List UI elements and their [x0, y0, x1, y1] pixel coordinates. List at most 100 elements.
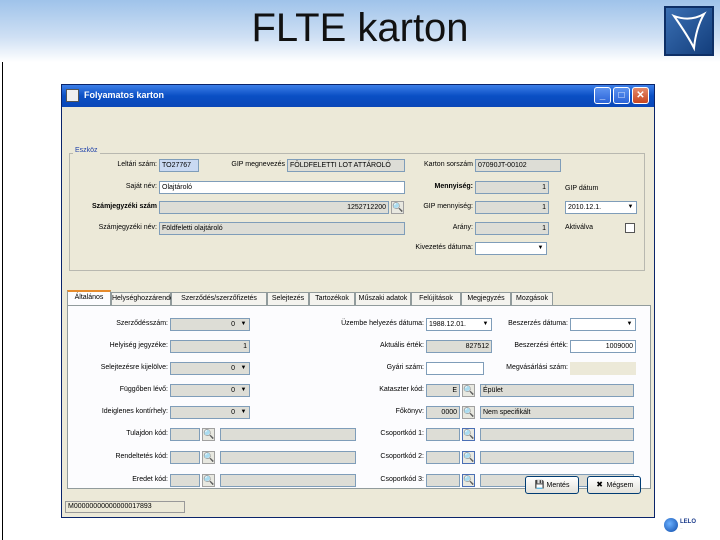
kataszter-name-field[interactable]: Épület	[480, 384, 634, 397]
app-window: Folyamatos karton _ □ ✕ Eszköz Leltári s…	[61, 84, 655, 518]
gyari-field[interactable]	[426, 362, 484, 375]
ideiglenes-value: 0	[231, 409, 235, 416]
tulajdon-code-field[interactable]	[170, 428, 200, 441]
cancel-button[interactable]: ✖ Mégsem	[587, 476, 641, 494]
kivezetes-select[interactable]: ▼	[475, 242, 547, 255]
fokonyv-code-field[interactable]: 0000	[426, 406, 460, 419]
aktualis-field[interactable]: 827512	[426, 340, 492, 353]
aktivalva-checkbox[interactable]	[625, 223, 635, 233]
csop2-code-field[interactable]	[426, 451, 460, 464]
status-record-id: M00000000000000017893	[65, 501, 185, 513]
chevron-down-icon: ▼	[482, 321, 489, 327]
chevron-down-icon: ▼	[626, 321, 633, 327]
aktualis-label: Aktuális érték:	[380, 342, 424, 349]
tulajdon-lookup-icon[interactable]: 🔍	[202, 428, 215, 441]
fuggoben-label: Függőben lévő:	[119, 386, 168, 393]
csop1-code-field[interactable]	[426, 428, 460, 441]
rendeltetes-code-field[interactable]	[170, 451, 200, 464]
tab-szerzodes[interactable]: Szerződés/szerzőfizetés	[171, 292, 267, 306]
tab-megjegyzes[interactable]: Megjegyzés	[461, 292, 511, 306]
tab-tartozekok[interactable]: Tartozékok	[309, 292, 355, 306]
tab-strip: Általános Helységhozzárendelés Szerződés…	[67, 290, 651, 306]
status-bar: M00000000000000017893	[65, 501, 651, 513]
uzembe-select[interactable]: 1988.12.01. ▼	[426, 318, 492, 331]
karton-label: Karton sorszám	[423, 161, 473, 168]
szamlegyzek-field[interactable]: 1252712200	[159, 201, 389, 214]
szerzodes-label: Szerződésszám:	[116, 320, 168, 327]
footer-logo: LELO ...	[664, 516, 714, 534]
csop3-lookup-icon[interactable]: 🔍	[462, 474, 475, 487]
csop2-name-field[interactable]	[480, 451, 634, 464]
cancel-label: Mégsem	[606, 482, 634, 489]
szamlegyzek-nev-label: Számjegyzéki név:	[98, 224, 157, 231]
gip-field[interactable]: FÖLDFELETTI LOT ATTÁROLÓ	[287, 159, 405, 172]
fokonyv-lookup-icon[interactable]: 🔍	[462, 406, 475, 419]
helyiseg-label: Helyiség jegyzéke:	[109, 342, 168, 349]
beszerzes-datum-label: Beszerzés dátuma:	[508, 320, 568, 327]
csop1-name-field[interactable]	[480, 428, 634, 441]
tab-muszaki[interactable]: Műszaki adatok	[355, 292, 411, 306]
szamlegyzek-label: Számjegyzéki szám	[92, 203, 157, 210]
karton-field[interactable]: 07090JT-00102	[475, 159, 561, 172]
mennyiseg-field[interactable]: 1	[475, 181, 549, 194]
csop2-lookup-icon[interactable]: 🔍	[462, 451, 475, 464]
kataszter-label: Kataszter kód:	[379, 386, 424, 393]
fokonyv-label: Főkönyv:	[395, 408, 424, 415]
leltari-szam-field[interactable]: TO27767	[159, 159, 199, 172]
maximize-button[interactable]: □	[613, 87, 630, 104]
tab-felujitasok[interactable]: Felújítások	[411, 292, 461, 306]
csop3-code-field[interactable]	[426, 474, 460, 487]
close-button[interactable]: ✕	[632, 87, 649, 104]
fuggoben-select[interactable]: 0 ▼	[170, 384, 250, 397]
ideiglenes-select[interactable]: 0 ▼	[170, 406, 250, 419]
megvasarlas-label: Megvásárlási szám:	[506, 364, 568, 371]
sajat-nev-field[interactable]: Olajtároló	[159, 181, 405, 194]
gip-mennyiseg-field[interactable]: 1	[475, 201, 549, 214]
slide-logo	[664, 6, 714, 56]
selejtezes-select[interactable]: 0 ▼	[170, 362, 250, 375]
tab-mozgasok[interactable]: Mozgások	[511, 292, 553, 306]
kataszter-lookup-icon[interactable]: 🔍	[462, 384, 475, 397]
tab-selejtezes[interactable]: Selejtezés	[267, 292, 309, 306]
beszerzes-datum-select[interactable]: ▼	[570, 318, 636, 331]
kivezetes-label: Kivezetés dátuma:	[415, 244, 473, 251]
arany-label: Arány:	[452, 224, 473, 231]
tab-helyseg[interactable]: Helységhozzárendelés	[111, 292, 183, 306]
eredet-label: Eredet kód:	[132, 476, 168, 483]
helyiseg-field[interactable]: 1	[170, 340, 250, 353]
megvasarlas-field[interactable]	[570, 362, 636, 375]
rendeltetes-lookup-icon[interactable]: 🔍	[202, 451, 215, 464]
csop3-label: Csoportkód 3:	[380, 476, 424, 483]
chevron-down-icon: ▼	[240, 321, 247, 327]
save-label: Mentés	[546, 482, 570, 489]
globe-icon	[664, 518, 678, 532]
beszerzes-ertek-label: Beszerzési érték:	[514, 342, 568, 349]
fokonyv-name-field[interactable]: Nem specifikált	[480, 406, 634, 419]
kataszter-code-field[interactable]: E	[426, 384, 460, 397]
selejtezes-label: Selejtezésre kijelölve:	[100, 364, 168, 371]
leltari-szam-label: Leltári szám:	[117, 161, 157, 168]
gip-mennyiseg-label: GIP mennyiség:	[423, 203, 473, 210]
eredet-lookup-icon[interactable]: 🔍	[202, 474, 215, 487]
gip-datum-label: GIP dátum	[565, 185, 599, 192]
sajat-nev-label: Saját név:	[125, 183, 157, 190]
minimize-button[interactable]: _	[594, 87, 611, 104]
window-titlebar[interactable]: Folyamatos karton _ □ ✕	[62, 85, 654, 107]
csop2-label: Csoportkód 2:	[380, 453, 424, 460]
slide-title: FLTE karton	[251, 6, 469, 50]
arany-field[interactable]: 1	[475, 222, 549, 235]
szamlegyzek-lookup-icon[interactable]: 🔍	[391, 201, 404, 214]
beszerzes-ertek-field[interactable]: 1009000	[570, 340, 636, 353]
floppy-icon: 💾	[534, 480, 545, 489]
szamlegyzek-nev-field[interactable]: Földfeletti olajtároló	[159, 222, 405, 235]
eredet-code-field[interactable]	[170, 474, 200, 487]
uzembe-label: Üzembe helyezés dátuma:	[341, 320, 424, 327]
save-button[interactable]: 💾 Mentés	[525, 476, 579, 494]
tab-altalanos[interactable]: Általános	[67, 290, 111, 306]
chevron-down-icon: ▼	[240, 409, 247, 415]
mennyiseg-label: Mennyiség:	[434, 183, 473, 190]
csop1-lookup-icon[interactable]: 🔍	[462, 428, 475, 441]
gip-datum-select[interactable]: 2010.12.1. ▼	[565, 201, 637, 214]
selejtezes-value: 0	[231, 365, 235, 372]
szerzodes-select[interactable]: 0 ▼	[170, 318, 250, 331]
